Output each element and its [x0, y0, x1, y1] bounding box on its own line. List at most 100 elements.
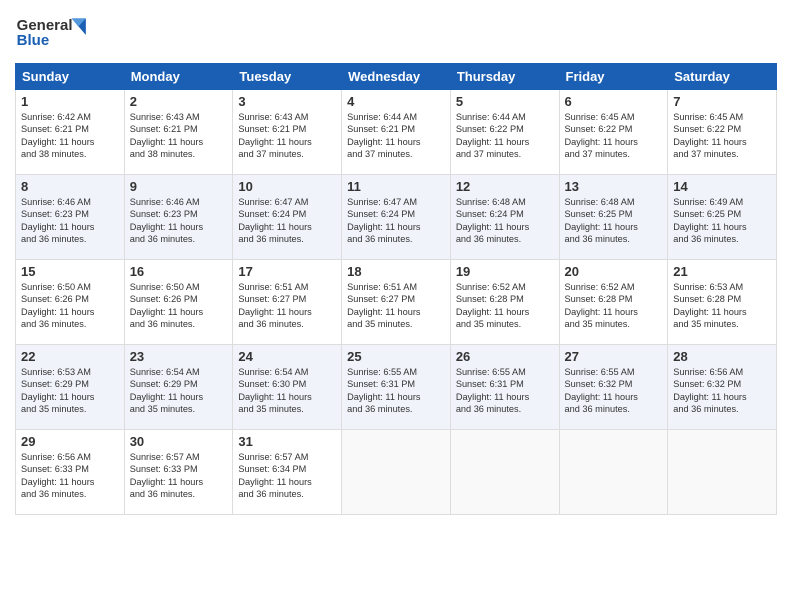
day-number: 11: [347, 179, 445, 194]
header-wednesday: Wednesday: [342, 64, 451, 90]
cell-content: Sunrise: 6:49 AMSunset: 6:25 PMDaylight:…: [673, 196, 771, 246]
calendar-week-row: 29 Sunrise: 6:56 AMSunset: 6:33 PMDayligh…: [16, 430, 777, 515]
day-number: 16: [130, 264, 228, 279]
calendar-week-row: 22 Sunrise: 6:53 AMSunset: 6:29 PMDayligh…: [16, 345, 777, 430]
cell-content: Sunrise: 6:54 AMSunset: 6:29 PMDaylight:…: [130, 366, 228, 416]
cell-content: Sunrise: 6:43 AMSunset: 6:21 PMDaylight:…: [130, 111, 228, 161]
calendar-cell-day-24: 24Sunrise: 6:54 AMSunset: 6:30 PMDayligh…: [233, 345, 342, 430]
calendar-cell-day-11: 11Sunrise: 6:47 AMSunset: 6:24 PMDayligh…: [342, 175, 451, 260]
header-thursday: Thursday: [450, 64, 559, 90]
day-number: 12: [456, 179, 554, 194]
cell-content: Sunrise: 6:46 AMSunset: 6:23 PMDaylight:…: [21, 196, 119, 246]
calendar-cell-day-6: 6 Sunrise: 6:45 AMSunset: 6:22 PMDaylight…: [559, 90, 668, 175]
calendar-cell-day-9: 9Sunrise: 6:46 AMSunset: 6:23 PMDaylight…: [124, 175, 233, 260]
empty-cell: [342, 430, 451, 515]
cell-content: Sunrise: 6:44 AMSunset: 6:22 PMDaylight:…: [456, 111, 554, 161]
cell-content: Sunrise: 6:48 AMSunset: 6:25 PMDaylight:…: [565, 196, 663, 246]
logo-svg: General Blue: [15, 10, 90, 55]
cell-content: Sunrise: 6:44 AMSunset: 6:21 PMDaylight:…: [347, 111, 445, 161]
day-number: 25: [347, 349, 445, 364]
calendar-week-row: 8 Sunrise: 6:46 AMSunset: 6:23 PMDaylight…: [16, 175, 777, 260]
calendar-cell-day-2: 2 Sunrise: 6:43 AMSunset: 6:21 PMDaylight…: [124, 90, 233, 175]
calendar-cell-day-7: 7 Sunrise: 6:45 AMSunset: 6:22 PMDaylight…: [668, 90, 777, 175]
header-tuesday: Tuesday: [233, 64, 342, 90]
day-number: 19: [456, 264, 554, 279]
day-number: 29: [21, 434, 119, 449]
day-number: 17: [238, 264, 336, 279]
day-number: 1: [21, 94, 119, 109]
calendar-cell-day-1: 1Sunrise: 6:42 AMSunset: 6:21 PMDaylight…: [16, 90, 125, 175]
calendar-cell-day-21: 21Sunrise: 6:53 AMSunset: 6:28 PMDayligh…: [668, 260, 777, 345]
calendar-cell-day-13: 13 Sunrise: 6:48 AMSunset: 6:25 PMDayligh…: [559, 175, 668, 260]
day-number: 4: [347, 94, 445, 109]
calendar-cell-day-4: 4 Sunrise: 6:44 AMSunset: 6:21 PMDaylight…: [342, 90, 451, 175]
calendar-cell-day-17: 17 Sunrise: 6:51 AMSunset: 6:27 PMDayligh…: [233, 260, 342, 345]
day-number: 7: [673, 94, 771, 109]
day-number: 6: [565, 94, 663, 109]
calendar-cell-day-3: 3 Sunrise: 6:43 AMSunset: 6:21 PMDaylight…: [233, 90, 342, 175]
calendar-week-row: 15Sunrise: 6:50 AMSunset: 6:26 PMDayligh…: [16, 260, 777, 345]
calendar-cell-day-30: 30 Sunrise: 6:57 AMSunset: 6:33 PMDayligh…: [124, 430, 233, 515]
calendar-cell-day-14: 14 Sunrise: 6:49 AMSunset: 6:25 PMDayligh…: [668, 175, 777, 260]
cell-content: Sunrise: 6:45 AMSunset: 6:22 PMDaylight:…: [565, 111, 663, 161]
day-number: 21: [673, 264, 771, 279]
cell-content: Sunrise: 6:51 AMSunset: 6:27 PMDaylight:…: [238, 281, 336, 331]
cell-content: Sunrise: 6:52 AMSunset: 6:28 PMDaylight:…: [456, 281, 554, 331]
day-number: 23: [130, 349, 228, 364]
cell-content: Sunrise: 6:48 AMSunset: 6:24 PMDaylight:…: [456, 196, 554, 246]
logo: General Blue: [15, 10, 90, 55]
cell-content: Sunrise: 6:47 AMSunset: 6:24 PMDaylight:…: [238, 196, 336, 246]
calendar-header-row: SundayMondayTuesdayWednesdayThursdayFrid…: [16, 64, 777, 90]
header-saturday: Saturday: [668, 64, 777, 90]
header: General Blue: [15, 10, 777, 55]
cell-content: Sunrise: 6:50 AMSunset: 6:26 PMDaylight:…: [21, 281, 119, 331]
day-number: 8: [21, 179, 119, 194]
cell-content: Sunrise: 6:55 AMSunset: 6:31 PMDaylight:…: [456, 366, 554, 416]
calendar-cell-day-31: 31 Sunrise: 6:57 AMSunset: 6:34 PMDayligh…: [233, 430, 342, 515]
cell-content: Sunrise: 6:53 AMSunset: 6:29 PMDaylight:…: [21, 366, 119, 416]
calendar-cell-day-28: 28Sunrise: 6:56 AMSunset: 6:32 PMDayligh…: [668, 345, 777, 430]
cell-content: Sunrise: 6:52 AMSunset: 6:28 PMDaylight:…: [565, 281, 663, 331]
calendar-cell-day-23: 23 Sunrise: 6:54 AMSunset: 6:29 PMDayligh…: [124, 345, 233, 430]
header-monday: Monday: [124, 64, 233, 90]
empty-cell: [668, 430, 777, 515]
day-number: 2: [130, 94, 228, 109]
calendar-cell-day-10: 10Sunrise: 6:47 AMSunset: 6:24 PMDayligh…: [233, 175, 342, 260]
day-number: 27: [565, 349, 663, 364]
calendar-cell-day-20: 20 Sunrise: 6:52 AMSunset: 6:28 PMDayligh…: [559, 260, 668, 345]
empty-cell: [559, 430, 668, 515]
cell-content: Sunrise: 6:57 AMSunset: 6:34 PMDaylight:…: [238, 451, 336, 501]
day-number: 13: [565, 179, 663, 194]
calendar-cell-day-29: 29 Sunrise: 6:56 AMSunset: 6:33 PMDayligh…: [16, 430, 125, 515]
calendar-cell-day-19: 19 Sunrise: 6:52 AMSunset: 6:28 PMDayligh…: [450, 260, 559, 345]
calendar-cell-day-26: 26 Sunrise: 6:55 AMSunset: 6:31 PMDayligh…: [450, 345, 559, 430]
cell-content: Sunrise: 6:43 AMSunset: 6:21 PMDaylight:…: [238, 111, 336, 161]
day-number: 14: [673, 179, 771, 194]
cell-content: Sunrise: 6:56 AMSunset: 6:33 PMDaylight:…: [21, 451, 119, 501]
calendar-cell-day-25: 25 Sunrise: 6:55 AMSunset: 6:31 PMDayligh…: [342, 345, 451, 430]
cell-content: Sunrise: 6:56 AMSunset: 6:32 PMDaylight:…: [673, 366, 771, 416]
day-number: 31: [238, 434, 336, 449]
day-number: 3: [238, 94, 336, 109]
day-number: 20: [565, 264, 663, 279]
cell-content: Sunrise: 6:50 AMSunset: 6:26 PMDaylight:…: [130, 281, 228, 331]
calendar-week-row: 1Sunrise: 6:42 AMSunset: 6:21 PMDaylight…: [16, 90, 777, 175]
calendar-cell-day-22: 22 Sunrise: 6:53 AMSunset: 6:29 PMDayligh…: [16, 345, 125, 430]
calendar-table: SundayMondayTuesdayWednesdayThursdayFrid…: [15, 63, 777, 515]
calendar-cell-day-15: 15Sunrise: 6:50 AMSunset: 6:26 PMDayligh…: [16, 260, 125, 345]
cell-content: Sunrise: 6:45 AMSunset: 6:22 PMDaylight:…: [673, 111, 771, 161]
day-number: 22: [21, 349, 119, 364]
header-friday: Friday: [559, 64, 668, 90]
page: General Blue SundayMondayTuesdayWednesda…: [0, 0, 792, 612]
day-number: 30: [130, 434, 228, 449]
cell-content: Sunrise: 6:55 AMSunset: 6:32 PMDaylight:…: [565, 366, 663, 416]
cell-content: Sunrise: 6:57 AMSunset: 6:33 PMDaylight:…: [130, 451, 228, 501]
calendar-cell-day-27: 27 Sunrise: 6:55 AMSunset: 6:32 PMDayligh…: [559, 345, 668, 430]
day-number: 18: [347, 264, 445, 279]
day-number: 26: [456, 349, 554, 364]
cell-content: Sunrise: 6:55 AMSunset: 6:31 PMDaylight:…: [347, 366, 445, 416]
calendar-cell-day-5: 5Sunrise: 6:44 AMSunset: 6:22 PMDaylight…: [450, 90, 559, 175]
header-sunday: Sunday: [16, 64, 125, 90]
calendar-cell-day-12: 12 Sunrise: 6:48 AMSunset: 6:24 PMDayligh…: [450, 175, 559, 260]
day-number: 24: [238, 349, 336, 364]
